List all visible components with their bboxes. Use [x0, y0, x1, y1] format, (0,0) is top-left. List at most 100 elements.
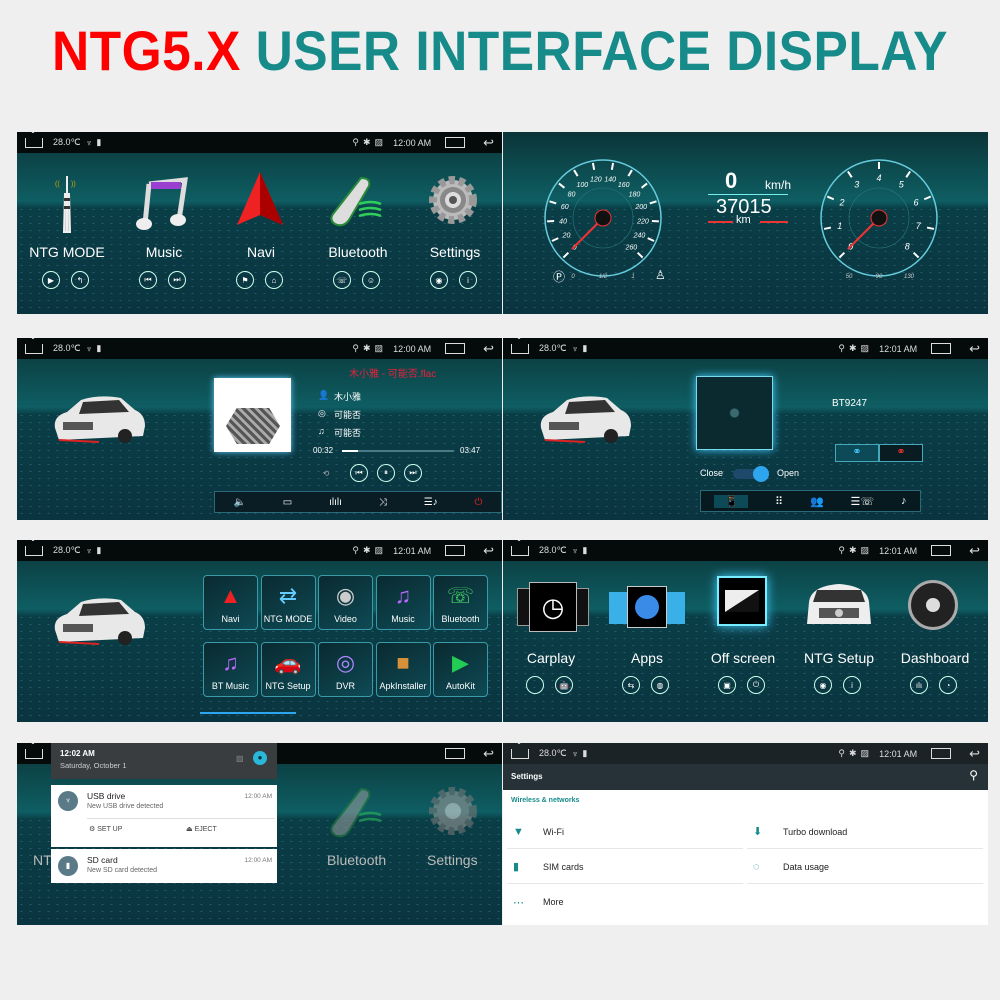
shortcut-button[interactable]: ◉: [814, 676, 832, 694]
shortcut-button[interactable]: ☺: [362, 271, 380, 289]
shortcut-button[interactable]: ↰: [71, 271, 89, 289]
tab-contacts[interactable]: 👥: [810, 495, 824, 508]
back-icon[interactable]: ↩: [483, 135, 494, 151]
app-label-off-screen[interactable]: Off screen: [693, 650, 793, 666]
tab-dialpad[interactable]: ⠿: [775, 495, 783, 508]
app-tile-video[interactable]: ◉ Video: [318, 575, 373, 630]
disconnect-button[interactable]: ⚭: [879, 444, 923, 462]
dashboard-gauge-icon[interactable]: [908, 580, 958, 630]
recents-icon[interactable]: [445, 137, 466, 148]
home-icon[interactable]: [511, 545, 529, 556]
tab-call-log[interactable]: ☰☏: [851, 495, 875, 508]
user-icon[interactable]: ●: [253, 751, 267, 765]
app-label-dashboard[interactable]: Dashboard: [885, 650, 985, 666]
shortcut-button[interactable]: [526, 676, 544, 694]
settings-item-turbo-download[interactable]: ⬇ Turbo download: [747, 815, 983, 849]
recents-icon[interactable]: [931, 748, 952, 759]
settings-item-more[interactable]: ⋯ More: [507, 885, 743, 919]
shortcut-button[interactable]: ⇆: [622, 676, 640, 694]
shuffle-button[interactable]: ⤨: [379, 497, 387, 508]
back-icon[interactable]: ↩: [483, 543, 494, 559]
settings-item-data-usage[interactable]: ◌ Data usage: [747, 850, 983, 884]
next-button[interactable]: ⏭: [404, 464, 422, 482]
home-icon[interactable]: [511, 343, 529, 354]
recents-icon[interactable]: [931, 545, 952, 556]
app-tile-ntg-setup[interactable]: 🚗 NTG Setup: [260, 642, 316, 697]
home-icon[interactable]: [25, 748, 43, 759]
recents-icon[interactable]: [445, 343, 466, 354]
bluetooth-toggle[interactable]: [733, 466, 769, 482]
home-icon[interactable]: [25, 137, 43, 148]
ntg-setup-car-icon[interactable]: [803, 580, 875, 630]
app-tile-autokit[interactable]: ▶ AutoKit: [433, 642, 488, 697]
shortcut-button[interactable]: 🤖: [555, 676, 573, 694]
pause-button[interactable]: ⏸: [377, 464, 395, 482]
app-tile-navi[interactable]: ▲ Navi: [203, 575, 258, 630]
app-tile-music[interactable]: ♫ Music: [375, 575, 431, 630]
app-label-ntg-setup[interactable]: NTG Setup: [789, 650, 889, 666]
app-label-music[interactable]: Music: [114, 244, 214, 260]
shortcut-button[interactable]: ☏: [333, 271, 351, 289]
home-icon[interactable]: [511, 748, 529, 759]
shortcut-button[interactable]: ▣: [718, 676, 736, 694]
recents-icon[interactable]: [445, 748, 466, 759]
gear-icon[interactable]: [427, 174, 479, 226]
shortcut-button[interactable]: ⌂: [265, 271, 283, 289]
playlist-button[interactable]: ☰♪: [424, 497, 438, 508]
app-label-navi[interactable]: Navi: [211, 244, 311, 260]
shortcut-button[interactable]: ◍: [651, 676, 669, 694]
progress-bar[interactable]: [342, 450, 454, 452]
volume-button[interactable]: 🔈: [233, 497, 245, 508]
shortcut-button[interactable]: ◉: [430, 271, 448, 289]
settings-item-wi-fi[interactable]: ▼ Wi-Fi: [507, 815, 743, 849]
settings-item-sim-cards[interactable]: ▮ SIM cards: [507, 850, 743, 884]
home-icon[interactable]: [25, 545, 43, 556]
app-tile-ntg-mode[interactable]: ⇄ NTG MODE: [260, 575, 316, 630]
home-icon[interactable]: [25, 343, 43, 354]
shortcut-button[interactable]: ⏻: [747, 676, 765, 694]
shortcut-button[interactable]: i: [459, 271, 477, 289]
notification-usb[interactable]: ♆ USB drive New USB drive detected 12:00…: [51, 785, 277, 847]
recents-icon[interactable]: [445, 545, 466, 556]
back-icon[interactable]: ↩: [483, 341, 494, 357]
app-label-ntg-mode[interactable]: NTG MODE: [17, 244, 117, 260]
app-label-carplay[interactable]: Carplay: [503, 650, 601, 666]
carplay-icon[interactable]: ◷: [517, 582, 589, 632]
shortcut-button[interactable]: ▶: [42, 271, 60, 289]
phone-handset-icon[interactable]: [327, 174, 383, 230]
back-icon[interactable]: ↩: [969, 746, 980, 762]
back-icon[interactable]: ↩: [969, 341, 980, 357]
notification-sd[interactable]: ▮ SD card New SD card detected 12:00 AM: [51, 849, 277, 883]
app-tile-bt-music[interactable]: ♫ BT Music: [203, 642, 258, 697]
power-button[interactable]: ⏻: [475, 497, 483, 508]
shortcut-button[interactable]: ⏮: [139, 271, 157, 289]
app-tile-dvr[interactable]: ◎ DVR: [318, 642, 373, 697]
app-tile-bluetooth[interactable]: ☏ Bluetooth: [433, 575, 488, 630]
previous-button[interactable]: ⏮: [350, 464, 368, 482]
back-icon[interactable]: ↩: [969, 543, 980, 559]
tab-bt-music[interactable]: ♪: [901, 495, 907, 507]
app-label-settings[interactable]: Settings: [405, 244, 502, 260]
shortcut-button[interactable]: ⏭: [168, 271, 186, 289]
eject-button[interactable]: ⏏ EJECT: [186, 825, 217, 833]
shortcut-button[interactable]: i: [843, 676, 861, 694]
search-icon[interactable]: ⚲: [969, 768, 978, 782]
music-note-icon[interactable]: [135, 176, 189, 232]
setup-button[interactable]: ⚙ SET UP: [89, 825, 122, 833]
app-label-apps[interactable]: Apps: [597, 650, 697, 666]
shortcut-button[interactable]: ılı: [910, 676, 928, 694]
loop-button[interactable]: ▭: [283, 497, 292, 508]
antenna-tower-icon[interactable]: (()): [55, 174, 79, 236]
connect-button[interactable]: ⚭: [835, 444, 879, 462]
recents-icon[interactable]: [931, 343, 952, 354]
app-tile-apkinstaller[interactable]: ■ ApkInstaller: [375, 642, 431, 697]
off-screen-icon[interactable]: [717, 576, 767, 626]
apps-icon[interactable]: [609, 586, 685, 628]
navigation-arrow-icon[interactable]: [235, 170, 285, 230]
repeat-icon[interactable]: ⟲: [317, 464, 335, 482]
back-icon[interactable]: ↩: [483, 746, 494, 762]
shortcut-button[interactable]: ⚑: [236, 271, 254, 289]
app-label-bluetooth[interactable]: Bluetooth: [308, 244, 408, 260]
equalizer-button[interactable]: ılılı: [329, 497, 342, 508]
shortcut-button[interactable]: ◔: [939, 676, 957, 694]
